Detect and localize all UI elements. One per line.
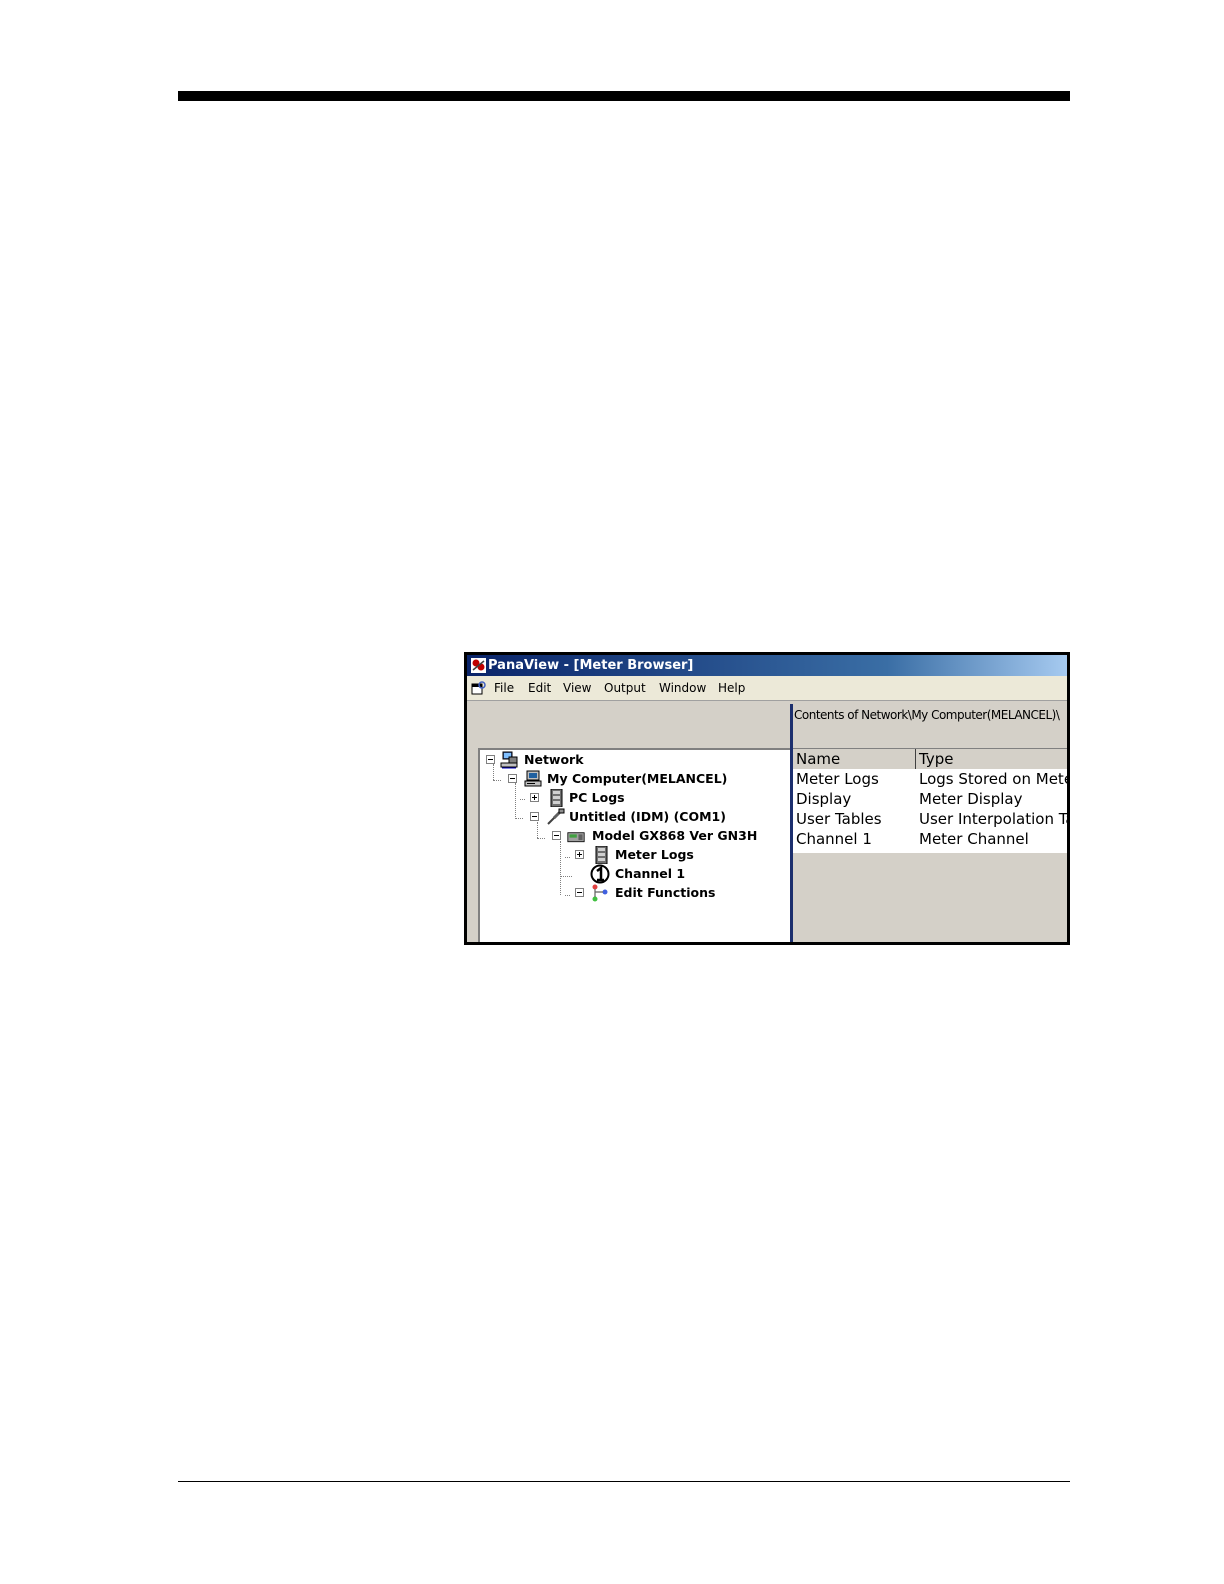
tree-node-label: Network (524, 752, 584, 767)
tree-connector (537, 838, 545, 839)
column-header-type[interactable]: Type (919, 749, 953, 769)
tree-connector (515, 818, 523, 819)
collapse-toggle[interactable] (575, 888, 584, 897)
list-header: Name Type (793, 749, 1067, 769)
list-row[interactable]: Channel 1 Meter Channel (793, 829, 1067, 849)
tree-connector (493, 764, 494, 780)
panaview-app-icon (471, 658, 486, 673)
tree-node-label: Channel 1 (615, 866, 686, 881)
row-type: Meter Display (919, 790, 1023, 808)
menu-view[interactable]: View (563, 676, 591, 700)
cable-icon (547, 808, 565, 825)
row-type: User Interpolation Tables (919, 810, 1067, 828)
channel-1-icon (590, 864, 610, 884)
tree-node-label: Model GX868 Ver GN3H (592, 828, 758, 843)
row-type: Meter Channel (919, 830, 1029, 848)
row-name: Channel 1 (796, 830, 872, 848)
tree-connector (537, 822, 538, 838)
collapse-toggle[interactable] (530, 812, 539, 821)
tree-connector (520, 799, 525, 800)
menu-edit[interactable]: Edit (528, 676, 551, 700)
tree-node-label: Edit Functions (615, 885, 716, 900)
column-header-name[interactable]: Name (796, 749, 840, 769)
tree-node-label: My Computer(MELANCEL) (547, 771, 728, 786)
menu-bar: File Edit View Output Window Help (467, 676, 1067, 701)
meter-icon (567, 832, 585, 843)
window-title: PanaView - [Meter Browser] (488, 658, 694, 673)
expand-toggle[interactable] (530, 793, 539, 802)
collapse-toggle[interactable] (552, 831, 561, 840)
list-row[interactable]: Meter Logs Logs Stored on Meter (793, 769, 1067, 789)
logs-icon (595, 846, 608, 864)
tree-connector (515, 783, 516, 819)
tree-connector (493, 780, 501, 781)
column-divider[interactable] (915, 749, 916, 769)
row-name: Meter Logs (796, 770, 879, 788)
menu-window[interactable]: Window (659, 676, 706, 700)
meter-tree[interactable]: Network My Computer(MELANCEL) PC Logs Un… (478, 748, 790, 942)
contents-list[interactable]: Name Type Meter Logs Logs Stored on Mete… (793, 748, 1067, 853)
tree-node-label: Untitled (IDM) (COM1) (569, 809, 726, 824)
tree-pane: Network My Computer(MELANCEL) PC Logs Un… (470, 702, 790, 942)
page-footer-rule (178, 1481, 1070, 1482)
collapse-toggle[interactable] (508, 774, 517, 783)
contents-pane: Contents of Network\My Computer(MELANCEL… (793, 702, 1067, 942)
tree-node-label: PC Logs (569, 790, 625, 805)
row-name: Display (796, 790, 852, 808)
document-window-icon[interactable] (471, 681, 486, 695)
logs-icon (550, 789, 563, 807)
functions-icon (592, 884, 608, 902)
row-name: User Tables (796, 810, 882, 828)
contents-path-label: Contents of Network\My Computer(MELANCEL… (794, 708, 1060, 722)
list-row[interactable]: Display Meter Display (793, 789, 1067, 809)
menu-output[interactable]: Output (604, 676, 646, 700)
expand-toggle[interactable] (575, 850, 584, 859)
tree-connector (565, 895, 570, 896)
row-type: Logs Stored on Meter (919, 770, 1070, 788)
panaview-window: PanaView - [Meter Browser] File Edit Vie… (464, 652, 1070, 945)
collapse-toggle[interactable] (486, 755, 495, 764)
network-icon (500, 751, 518, 769)
tree-node-label: Meter Logs (615, 847, 694, 862)
menu-file[interactable]: File (494, 676, 514, 700)
computer-icon (524, 770, 542, 787)
page-header-rule (178, 91, 1070, 101)
title-bar[interactable]: PanaView - [Meter Browser] (467, 655, 1067, 676)
menu-help[interactable]: Help (718, 676, 745, 700)
tree-connector (565, 857, 570, 858)
tree-connector (560, 876, 572, 877)
tree-connector (560, 841, 561, 895)
list-row[interactable]: User Tables User Interpolation Tables (793, 809, 1067, 829)
